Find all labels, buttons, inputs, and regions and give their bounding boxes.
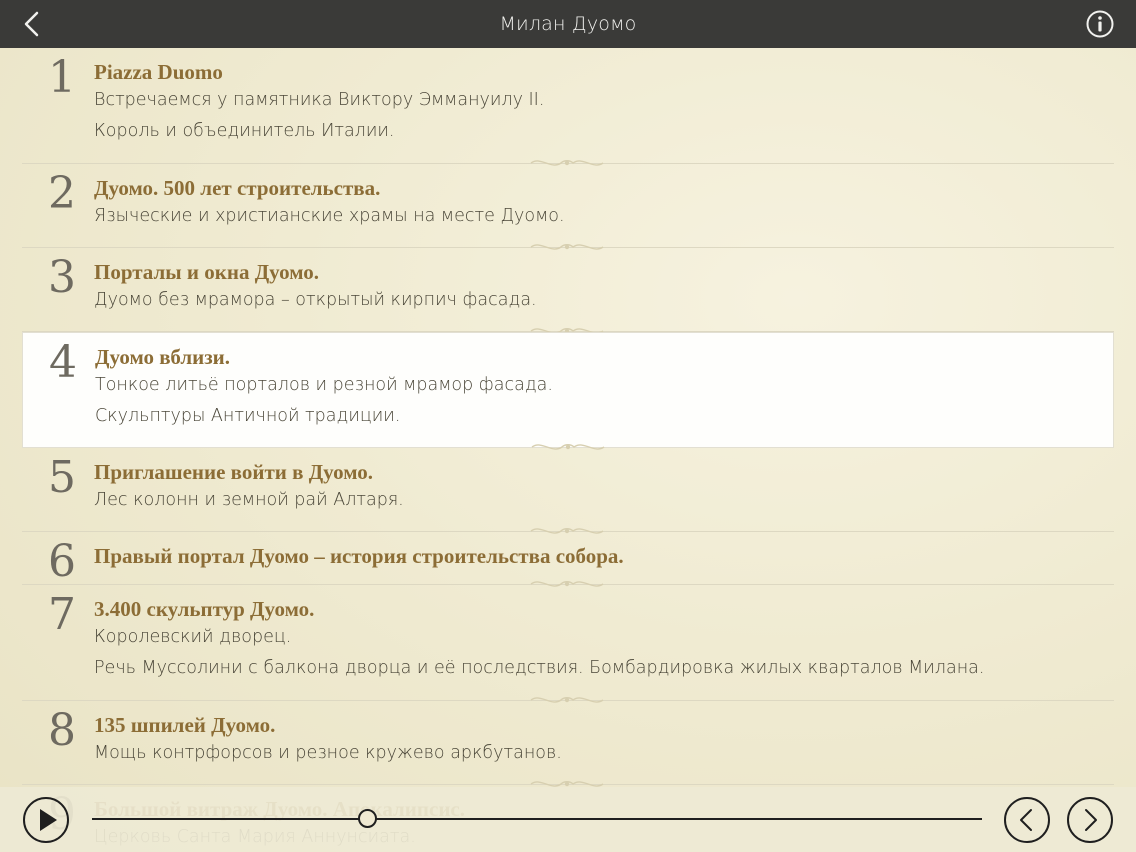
track-title: 3.400 скульптур Дуомо. [94,597,315,621]
track-description: Скульптуры Античной традиции. [95,406,401,426]
track-title: Приглашение войти в Дуомо. [94,460,374,484]
track-item[interactable]: 2 Дуомо. 500 лет строительства. Языческие … [22,164,1114,250]
track-description: Речь Муссолини с балкона дворца и её пос… [94,658,985,678]
next-icon[interactable] [1066,796,1114,844]
previous-icon[interactable] [1003,796,1051,844]
track-description: Дуомо без мрамора – открытый кирпич фаса… [94,290,537,310]
back-button[interactable] [18,10,46,38]
track-item[interactable]: 1 Piazza Duomo Встречаемся у памятника Вик… [22,48,1114,166]
track-item[interactable]: 4 Дуомо вблизи. Тонкое литьё порталов и ре… [22,332,1114,450]
track-number: 6 [48,536,76,587]
track-title: Правый портал Дуомо – история строительс… [94,544,624,568]
track-item[interactable]: 5 Приглашение войти в Дуомо. Лес колонн и … [22,448,1114,534]
track-title: Дуомо. 500 лет строительства. [94,176,381,200]
chevron-left-icon [24,11,39,37]
track-item[interactable]: 3 Порталы и окна Дуомо. Дуомо без мрамора … [22,248,1114,334]
track-description: Мощь контрфорсов и резное кружево аркбут… [94,743,562,763]
track-item[interactable]: 7 3.400 скульптур Дуомо. Королевский дворе… [22,585,1114,703]
track-description: Король и объединитель Италии. [94,121,395,141]
info-icon [1086,10,1114,38]
info-button[interactable] [1086,10,1114,38]
track-description: Встречаемся у памятника Виктору Эммануил… [94,90,545,110]
top-bar: Милан Дуомо [0,0,1136,48]
track-number: 4 [49,337,77,388]
page-title: Милан Дуомо [499,13,637,35]
track-title: Piazza Duomo [94,60,223,84]
play-icon[interactable] [22,796,70,844]
track-number: 3 [48,252,76,303]
track-title: Порталы и окна Дуомо. [94,260,320,284]
track-list: 1 Piazza Duomo Встречаемся у памятника Вик… [22,48,1114,852]
track-number: 2 [48,168,76,219]
track-description: Королевский дворец. [94,627,292,647]
track-number: 1 [48,52,76,103]
progress-handle[interactable] [357,809,377,828]
track-number: 8 [48,705,76,756]
track-title: 135 шпилей Дуомо. [94,713,276,737]
track-description: Тонкое литьё порталов и резной мрамор фа… [95,375,553,395]
track-description: Лес колонн и земной рай Алтаря. [94,490,404,510]
track-item[interactable]: 8 135 шпилей Дуомо. Мощь контрфорсов и рез… [22,701,1114,787]
track-number: 5 [48,452,76,503]
track-description: Языческие и христианские храмы на месте … [94,206,565,226]
track-item[interactable]: 6 Правый портал Дуомо – история строитель… [22,532,1114,587]
track-number: 7 [48,589,76,640]
track-title: Дуомо вблизи. [95,345,231,369]
progress-track[interactable] [92,818,982,820]
